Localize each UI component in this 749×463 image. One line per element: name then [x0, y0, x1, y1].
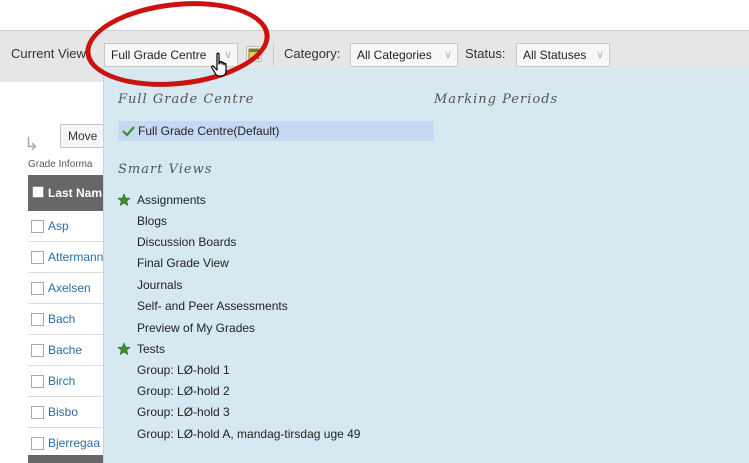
smart-view-group-lo-hold-a[interactable]: Group: LØ-hold A, mandag-tirsdag uge 49 — [137, 424, 360, 444]
row-checkbox[interactable] — [31, 437, 44, 450]
current-view-label: Current View: — [11, 46, 90, 61]
student-name-link[interactable]: Bache — [48, 343, 82, 357]
table-row: Birch — [28, 366, 110, 397]
toolbar-divider — [273, 43, 274, 67]
smart-view-group-lo-hold-3[interactable]: Group: LØ-hold 3 — [137, 402, 230, 422]
smart-view-group-lo-hold-2[interactable]: Group: LØ-hold 2 — [137, 381, 230, 401]
chevron-down-icon: ∨ — [595, 49, 604, 61]
student-name-link[interactable]: Birch — [48, 374, 75, 388]
checkmark-icon — [122, 126, 135, 137]
grade-information-bar[interactable]: Grade Informa — [28, 155, 110, 176]
smart-view-label: Assignments — [137, 193, 206, 207]
row-checkbox[interactable] — [31, 313, 44, 326]
table-row: Axelsen — [28, 273, 110, 304]
table-row: Attermann — [28, 242, 110, 273]
student-name-link[interactable]: Bjerregaa — [48, 436, 100, 450]
category-value: All Categories — [357, 48, 432, 62]
smart-view-assignments[interactable]: Assignments — [117, 190, 206, 210]
smart-view-self-peer-assessments[interactable]: Self- and Peer Assessments — [137, 296, 288, 316]
table-row: Asp — [28, 211, 110, 242]
chevron-down-icon: ∨ — [443, 49, 452, 61]
select-all-checkbox[interactable] — [32, 186, 44, 198]
student-name-link[interactable]: Axelsen — [48, 281, 91, 295]
smart-view-journals[interactable]: Journals — [137, 275, 182, 295]
view-option-label: Full Grade Centre(Default) — [138, 124, 280, 138]
student-name-link[interactable]: Bisbo — [48, 405, 78, 419]
marking-periods-heading: Marking Periods — [434, 92, 559, 107]
row-checkbox[interactable] — [31, 375, 44, 388]
row-checkbox[interactable] — [31, 344, 44, 357]
hand-pointer-cursor-icon — [211, 52, 227, 77]
smart-view-preview-of-my-grades[interactable]: Preview of My Grades — [137, 318, 255, 338]
row-checkbox[interactable] — [31, 406, 44, 419]
status-value: All Statuses — [523, 48, 587, 62]
view-option-full-grade-centre-default[interactable]: Full Grade Centre(Default) — [118, 121, 434, 141]
student-name-link[interactable]: Bach — [48, 312, 75, 326]
row-checkbox[interactable] — [31, 282, 44, 295]
current-view-dropdown-menu: Full Grade Centre Marking Periods Full G… — [103, 68, 749, 463]
row-checkbox[interactable] — [31, 251, 44, 264]
table-footer-strip — [28, 455, 110, 463]
move-arrow-icon: ↳ — [24, 134, 40, 154]
status-label: Status: — [465, 46, 506, 61]
smart-view-blogs[interactable]: Blogs — [137, 211, 167, 231]
row-checkbox[interactable] — [31, 220, 44, 233]
smart-view-final-grade-view[interactable]: Final Grade View — [137, 253, 229, 273]
smart-view-label: Tests — [137, 342, 166, 356]
favorite-star-icon — [117, 342, 131, 356]
status-select[interactable]: All Statuses ∨ — [516, 43, 610, 67]
table-row: Bisbo — [28, 397, 110, 428]
table-row: Bach — [28, 304, 110, 335]
category-label: Category: — [284, 46, 341, 61]
student-name-link[interactable]: Attermann — [48, 250, 103, 264]
student-name-link[interactable]: Asp — [48, 219, 69, 233]
table-row: Bache — [28, 335, 110, 366]
last-name-column-header[interactable]: Last Nam — [28, 175, 110, 211]
last-name-header-label: Last Nam — [48, 186, 103, 200]
smart-views-heading: Smart Views — [118, 162, 213, 177]
smart-view-tests[interactable]: Tests — [117, 339, 166, 359]
favorite-star-icon — [117, 193, 131, 207]
smart-view-group-lo-hold-1[interactable]: Group: LØ-hold 1 — [137, 360, 230, 380]
full-grade-centre-heading: Full Grade Centre — [118, 92, 255, 107]
category-select[interactable]: All Categories ∨ — [350, 43, 458, 67]
smart-view-discussion-boards[interactable]: Discussion Boards — [137, 232, 236, 252]
